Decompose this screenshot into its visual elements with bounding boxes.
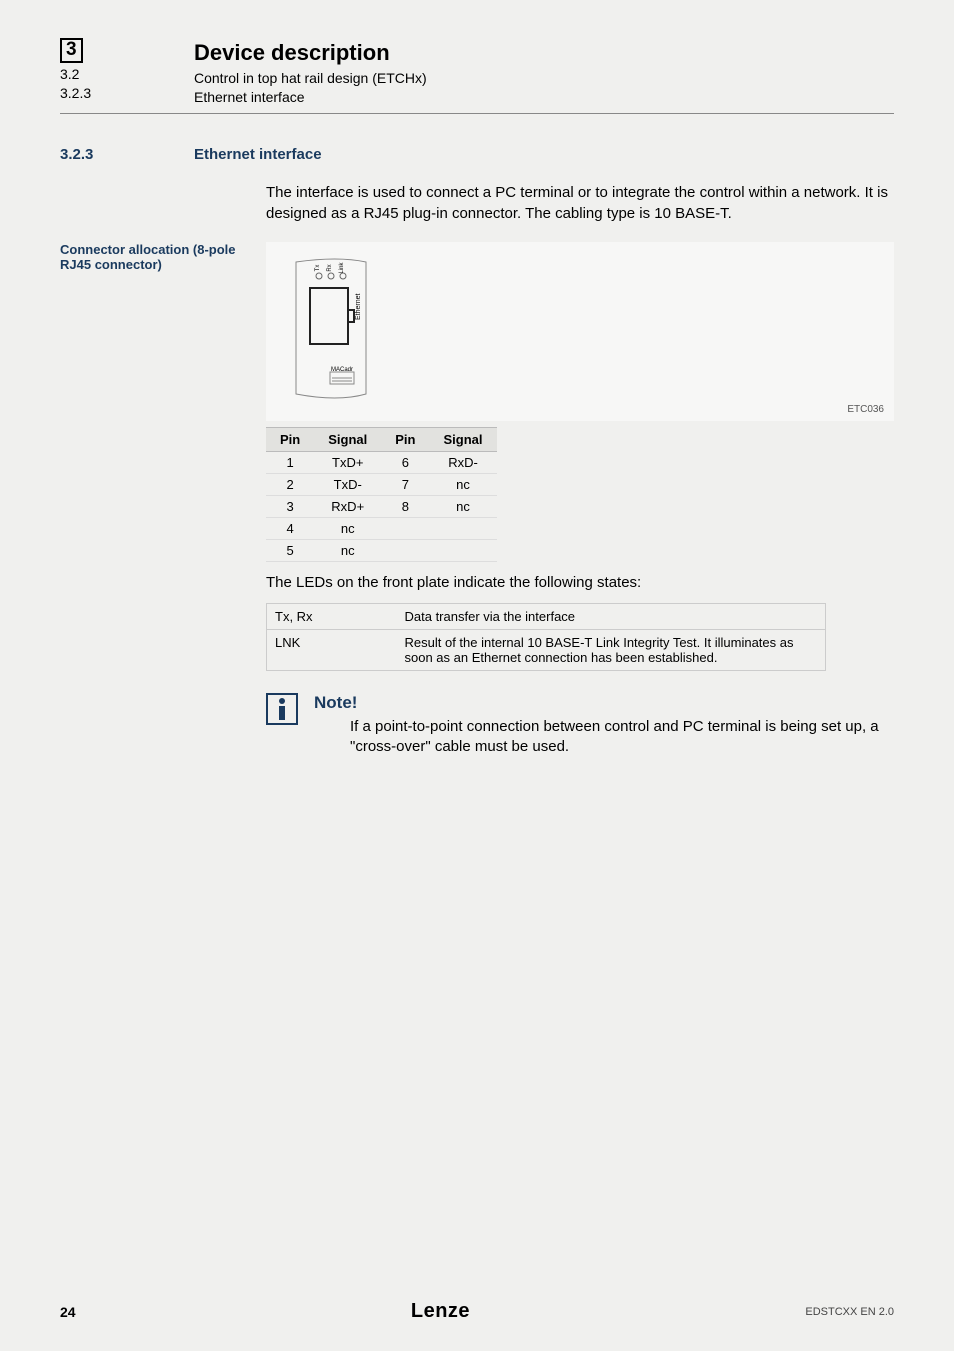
svg-text:Rx: Rx	[327, 264, 333, 271]
section-heading-title: Ethernet interface	[194, 146, 322, 163]
section-intro-paragraph: The interface is used to connect a PC te…	[266, 183, 894, 224]
note-title: Note!	[314, 693, 894, 713]
svg-text:Ethernet: Ethernet	[355, 293, 362, 320]
rj45-connector-drawing: Tx Rx Link Ethernet MACadr	[278, 254, 398, 404]
header-divider	[60, 113, 894, 114]
figure-caption: ETC036	[847, 404, 884, 415]
led-intro-text: The LEDs on the front plate indicate the…	[266, 574, 894, 591]
table-row: 5 nc	[266, 539, 497, 561]
page-header: 3 3.2 3.2.3 Device description Control i…	[60, 38, 894, 106]
document-id: EDSTCXX EN 2.0	[805, 1306, 894, 1318]
svg-text:Link: Link	[339, 261, 345, 273]
figure-side-label: Connector allocation (8-pole RJ45 connec…	[60, 242, 240, 272]
subsection-number: 3.2.3	[60, 85, 91, 101]
led-states-table: Tx, Rx Data transfer via the interface L…	[266, 603, 826, 671]
subsection-title-text: Ethernet interface	[194, 88, 894, 107]
brand-logo: Lenze	[411, 1300, 470, 1323]
section-number: 3.2	[60, 66, 79, 82]
chapter-number: 3	[60, 38, 83, 63]
note-text: Note! If a point-to-point connection bet…	[314, 693, 894, 758]
page-footer: 24 Lenze EDSTCXX EN 2.0	[60, 1300, 894, 1323]
connector-figure: Tx Rx Link Ethernet MACadr ETC036	[266, 242, 894, 421]
section-heading: 3.2.3 Ethernet interface	[60, 146, 894, 163]
header-titles: Device description Control in top hat ra…	[194, 38, 894, 106]
pin-table-wrap: Pin Signal Pin Signal 1 TxD+ 6 RxD- 2 Tx…	[266, 427, 894, 562]
table-row: 4 nc	[266, 517, 497, 539]
table-row: 2 TxD- 7 nc	[266, 473, 497, 495]
pin-header-2: Pin	[381, 427, 429, 451]
pin-header: Pin	[266, 427, 314, 451]
table-row: Tx, Rx Data transfer via the interface	[267, 603, 826, 629]
svg-text:Tx: Tx	[315, 265, 321, 272]
signal-header: Signal	[314, 427, 381, 451]
table-row: LNK Result of the internal 10 BASE-T Lin…	[267, 629, 826, 670]
chapter-title: Device description	[194, 38, 894, 68]
note-body: If a point-to-point connection between c…	[350, 717, 894, 758]
note-box: Note! If a point-to-point connection bet…	[266, 693, 894, 758]
page-number: 24	[60, 1304, 76, 1320]
table-row: 3 RxD+ 8 nc	[266, 495, 497, 517]
svg-text:MACadr: MACadr	[331, 367, 353, 373]
info-icon	[266, 693, 298, 725]
figure-row: Connector allocation (8-pole RJ45 connec…	[60, 242, 894, 421]
signal-header-2: Signal	[429, 427, 496, 451]
table-row: 1 TxD+ 6 RxD-	[266, 451, 497, 473]
header-numbers: 3 3.2 3.2.3	[60, 38, 166, 106]
pin-allocation-table: Pin Signal Pin Signal 1 TxD+ 6 RxD- 2 Tx…	[266, 427, 497, 562]
section-heading-number: 3.2.3	[60, 146, 166, 163]
section-title-text: Control in top hat rail design (ETCHx)	[194, 69, 894, 88]
